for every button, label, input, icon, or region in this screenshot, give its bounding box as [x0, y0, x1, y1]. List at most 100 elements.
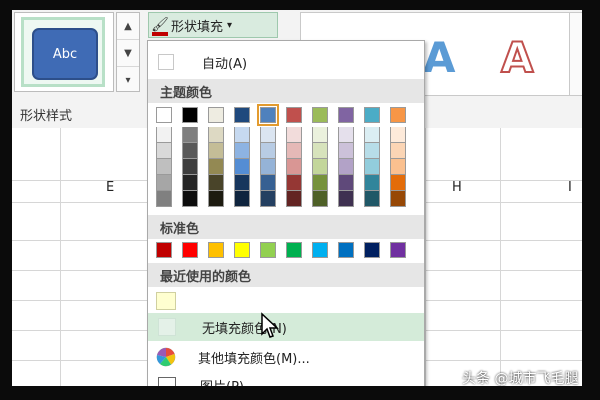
- standard-color-swatch[interactable]: [338, 242, 354, 258]
- theme-color-swatch[interactable]: [208, 143, 224, 159]
- theme-color-swatch[interactable]: [156, 175, 172, 191]
- theme-color-swatch[interactable]: [338, 107, 354, 123]
- menu-item-automatic[interactable]: 自动(A): [148, 49, 424, 75]
- theme-color-swatch[interactable]: [182, 175, 198, 191]
- theme-color-swatch[interactable]: [390, 107, 406, 123]
- shape-fill-dropdown-menu: 自动(A) 主题颜色 标准色 最近使用的颜色 无填充颜色(N) 其他填充颜色(M…: [147, 40, 425, 388]
- shape-fill-button[interactable]: 🖌 形状填充 ▾: [148, 12, 278, 38]
- standard-color-swatch[interactable]: [364, 242, 380, 258]
- column-header-e[interactable]: E: [106, 180, 114, 202]
- standard-color-swatch[interactable]: [156, 242, 172, 258]
- shape-style-preview-frame[interactable]: Abc: [21, 17, 105, 87]
- column-header-i[interactable]: I: [568, 180, 572, 202]
- menu-item-no-fill[interactable]: 无填充颜色(N): [148, 313, 424, 341]
- standard-color-swatch[interactable]: [260, 242, 276, 258]
- theme-color-swatch[interactable]: [234, 107, 250, 123]
- theme-color-swatch[interactable]: [234, 159, 250, 175]
- frame-border-bottom: [0, 386, 600, 400]
- theme-color-swatch[interactable]: [364, 159, 380, 175]
- theme-color-swatch[interactable]: [260, 143, 276, 159]
- theme-color-swatch[interactable]: [286, 191, 302, 207]
- theme-color-swatch[interactable]: [364, 175, 380, 191]
- color-palette-icon: [156, 347, 176, 367]
- theme-color-swatch[interactable]: [156, 143, 172, 159]
- theme-color-swatch[interactable]: [338, 159, 354, 175]
- watermark: 头条 @城市飞毛腿: [462, 371, 579, 387]
- theme-color-swatch[interactable]: [257, 104, 279, 126]
- theme-color-swatch[interactable]: [208, 191, 224, 207]
- shape-fill-label: 形状填充: [171, 19, 224, 35]
- theme-color-swatch[interactable]: [182, 107, 198, 123]
- theme-color-swatch[interactable]: [234, 143, 250, 159]
- theme-color-swatch[interactable]: [312, 175, 328, 191]
- theme-color-swatch[interactable]: [182, 143, 198, 159]
- theme-color-swatch[interactable]: [364, 127, 380, 143]
- theme-colors-heading: 主题颜色: [148, 79, 424, 103]
- shape-style-gallery[interactable]: Abc: [14, 12, 114, 92]
- theme-color-swatch[interactable]: [338, 143, 354, 159]
- theme-color-swatch[interactable]: [182, 127, 198, 143]
- menu-item-automatic-label: 自动(A): [202, 56, 248, 72]
- theme-color-swatch[interactable]: [156, 191, 172, 207]
- menu-item-more-fill-colors-label: 其他填充颜色(M)...: [198, 351, 310, 367]
- theme-color-swatch[interactable]: [312, 159, 328, 175]
- theme-color-swatch[interactable]: [286, 127, 302, 143]
- column-header-h[interactable]: H: [452, 180, 462, 202]
- standard-color-swatch[interactable]: [312, 242, 328, 258]
- theme-color-swatch[interactable]: [390, 175, 406, 191]
- theme-color-swatch[interactable]: [286, 175, 302, 191]
- theme-color-swatch[interactable]: [260, 159, 276, 175]
- theme-color-swatch[interactable]: [182, 191, 198, 207]
- gallery-more-button[interactable]: ▾: [117, 67, 139, 93]
- standard-color-swatch[interactable]: [390, 242, 406, 258]
- theme-color-swatch[interactable]: [364, 191, 380, 207]
- menu-item-more-fill-colors[interactable]: 其他填充颜色(M)...: [148, 343, 424, 371]
- chevron-down-icon: ▾: [227, 19, 233, 31]
- theme-color-swatch[interactable]: [390, 127, 406, 143]
- theme-color-swatch[interactable]: [364, 107, 380, 123]
- theme-color-swatch[interactable]: [364, 143, 380, 159]
- theme-color-swatch[interactable]: [208, 175, 224, 191]
- theme-color-swatch[interactable]: [234, 127, 250, 143]
- theme-color-swatch[interactable]: [260, 127, 276, 143]
- wordart-scrollbar[interactable]: [569, 13, 582, 95]
- theme-color-swatch[interactable]: [156, 159, 172, 175]
- standard-color-swatch[interactable]: [182, 242, 198, 258]
- shape-style-preview[interactable]: Abc: [32, 28, 98, 80]
- theme-color-swatch[interactable]: [390, 143, 406, 159]
- standard-colors-heading: 标准色: [148, 215, 424, 239]
- theme-color-swatch[interactable]: [208, 107, 224, 123]
- wordart-style-blue[interactable]: A: [423, 33, 456, 82]
- theme-color-swatch[interactable]: [234, 191, 250, 207]
- theme-color-swatch[interactable]: [260, 191, 276, 207]
- theme-color-swatch[interactable]: [312, 107, 328, 123]
- theme-color-swatch[interactable]: [156, 107, 172, 123]
- standard-color-swatch[interactable]: [234, 242, 250, 258]
- theme-color-swatch[interactable]: [390, 159, 406, 175]
- gallery-up-button[interactable]: ▲: [117, 13, 139, 40]
- theme-color-swatch[interactable]: [234, 175, 250, 191]
- theme-color-swatch[interactable]: [286, 159, 302, 175]
- theme-color-swatch[interactable]: [156, 127, 172, 143]
- group-label-shape-styles: 形状样式: [20, 109, 73, 124]
- standard-color-swatch[interactable]: [286, 242, 302, 258]
- theme-color-swatch[interactable]: [338, 175, 354, 191]
- theme-color-swatch[interactable]: [390, 191, 406, 207]
- theme-color-swatch[interactable]: [286, 107, 302, 123]
- gallery-down-button[interactable]: ▼: [117, 40, 139, 67]
- theme-color-swatch[interactable]: [208, 159, 224, 175]
- theme-color-swatch[interactable]: [338, 191, 354, 207]
- theme-color-swatch[interactable]: [312, 191, 328, 207]
- theme-color-swatch[interactable]: [338, 127, 354, 143]
- theme-color-swatch[interactable]: [260, 175, 276, 191]
- recent-color-swatch[interactable]: [156, 292, 176, 310]
- theme-color-swatch[interactable]: [312, 143, 328, 159]
- wordart-style-red-outline[interactable]: A: [500, 32, 534, 83]
- theme-color-swatch[interactable]: [208, 127, 224, 143]
- theme-color-swatch[interactable]: [312, 127, 328, 143]
- theme-color-swatch[interactable]: [182, 159, 198, 175]
- frame-border-top: [0, 0, 600, 10]
- standard-color-swatch[interactable]: [208, 242, 224, 258]
- gallery-scroll-controls: ▲ ▼ ▾: [116, 12, 140, 92]
- theme-color-swatch[interactable]: [286, 143, 302, 159]
